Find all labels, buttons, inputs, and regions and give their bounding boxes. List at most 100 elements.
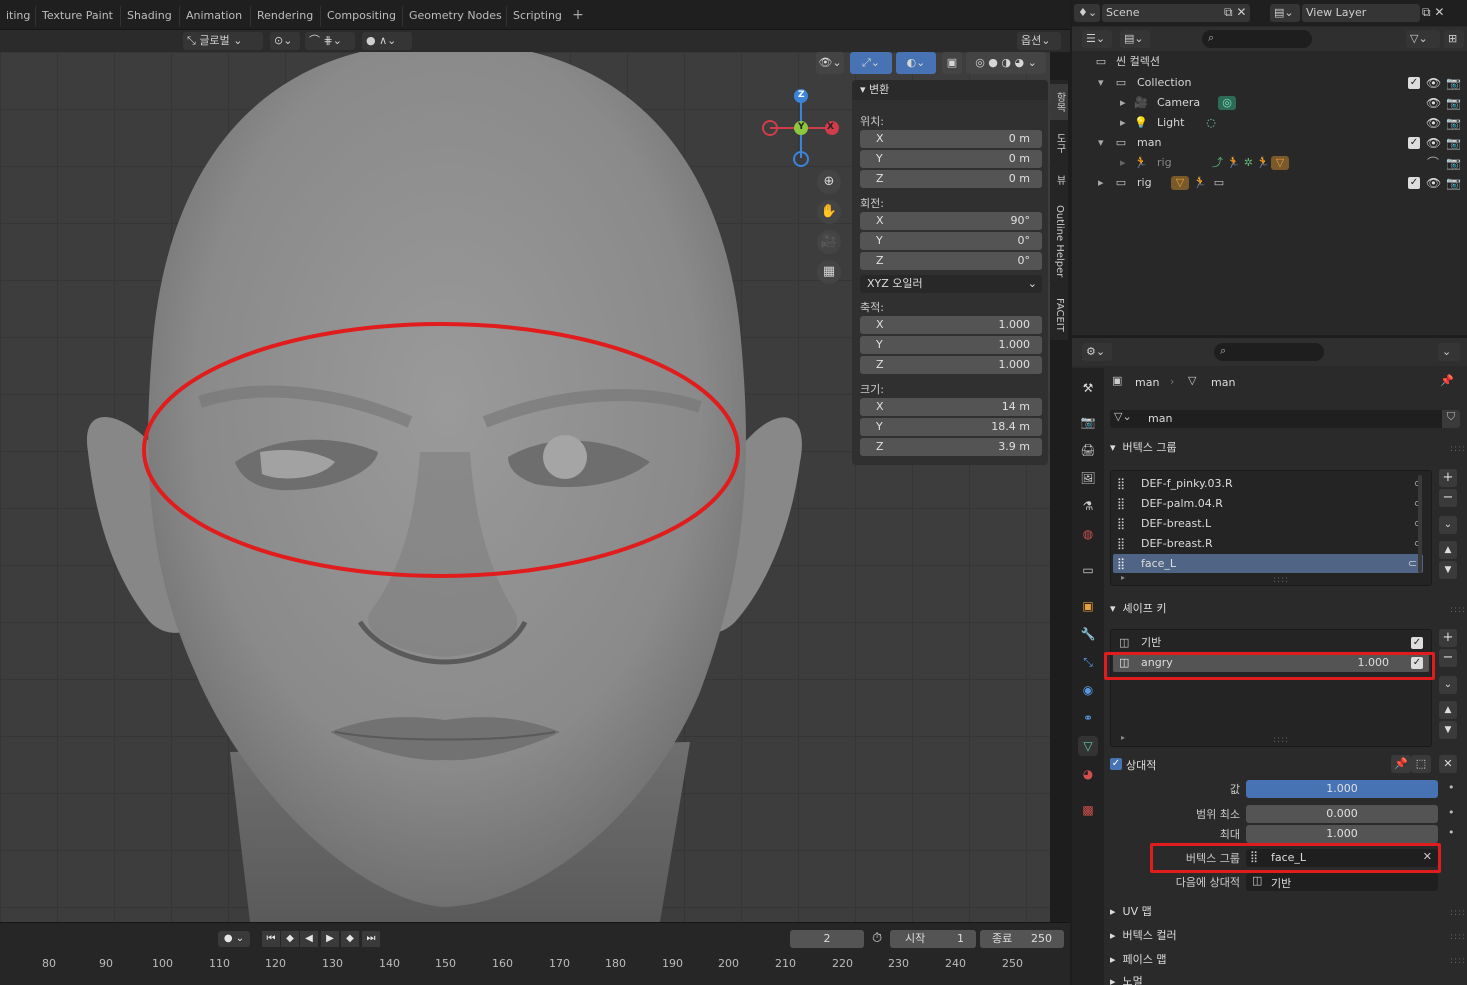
- physics-tab-icon[interactable]: ◉: [1078, 680, 1098, 700]
- copy-layer-icon[interactable]: ⧉ ✕: [1422, 5, 1444, 20]
- camera-render-icon[interactable]: 📷: [1446, 96, 1461, 110]
- editor-type-dropdown[interactable]: ⚙⌄: [1082, 343, 1112, 361]
- add-shape-key-button[interactable]: +: [1439, 629, 1457, 647]
- zoom-icon[interactable]: ⊕: [817, 170, 841, 194]
- sidebar-tab-tool[interactable]: 도구: [1050, 128, 1068, 158]
- view-layer-tab-icon[interactable]: 🖼: [1078, 468, 1098, 488]
- outliner-row-collection[interactable]: ▾ ▭ Collection ✓ 👁 📷: [1072, 73, 1467, 93]
- location-z-field[interactable]: Z0 m: [860, 170, 1042, 188]
- dimensions-y-field[interactable]: Y 18.4 m: [860, 418, 1042, 436]
- drag-handle[interactable]: ::::: [1450, 932, 1466, 942]
- current-frame-field[interactable]: 2: [790, 930, 864, 948]
- options-dropdown[interactable]: 옵션⌄: [1017, 32, 1061, 50]
- outliner-row-man[interactable]: ▾ ▭ man ✓ 👁 📷: [1072, 133, 1467, 153]
- vertex-group-list[interactable]: ⣿DEF-f_pinky.03.R⊂ ⣿DEF-palm.04.R⊂ ⣿DEF-…: [1110, 470, 1432, 586]
- relative-checkbox[interactable]: ✓: [1110, 758, 1122, 770]
- transform-panel-header[interactable]: ▾ 변환: [852, 80, 1048, 100]
- add-workspace-button[interactable]: +: [570, 5, 586, 25]
- prev-keyframe-button[interactable]: ◆: [281, 931, 299, 947]
- play-button[interactable]: ▶: [321, 931, 339, 947]
- list-item[interactable]: ◫ 기반 ✓: [1113, 633, 1429, 652]
- play-reverse-button[interactable]: ◀: [300, 931, 318, 947]
- editor-type-dropdown[interactable]: ☰⌄: [1082, 30, 1112, 48]
- particles-tab-icon[interactable]: ⤡: [1078, 652, 1098, 672]
- lock-icon[interactable]: ⊂: [1408, 554, 1417, 573]
- grid-ortho-icon[interactable]: ▦: [817, 260, 841, 284]
- material-tab-icon[interactable]: ◕: [1078, 764, 1098, 784]
- camera-render-icon[interactable]: 📷: [1446, 116, 1461, 130]
- drag-handle[interactable]: ::::: [1450, 444, 1466, 454]
- tab-shading[interactable]: Shading: [120, 5, 178, 26]
- mesh-datablock-field[interactable]: ▽⌄ man ⛉: [1110, 410, 1460, 428]
- location-y-field[interactable]: Y0 m: [860, 150, 1042, 168]
- record-toggle[interactable]: ● ⌄: [218, 931, 250, 947]
- list-item[interactable]: ⣿DEF-breast.R⊂: [1113, 534, 1429, 553]
- move-down-button[interactable]: ▼: [1439, 561, 1457, 579]
- face-maps-header[interactable]: ▸ 페이스 맵: [1110, 950, 1167, 970]
- shape-key-specials-button[interactable]: ⌄: [1439, 676, 1457, 694]
- dimensions-z-field[interactable]: Z 3.9 m: [860, 438, 1042, 456]
- expand-arrow-icon[interactable]: ▾: [1098, 133, 1104, 153]
- rotation-mode-dropdown[interactable]: XYZ 오일러 ⌄: [860, 275, 1042, 293]
- expand-arrow-icon[interactable]: ▸: [1120, 153, 1126, 173]
- expand-arrow-icon[interactable]: ▸: [1120, 93, 1126, 113]
- list-item[interactable]: ⣿DEF-f_pinky.03.R⊂: [1113, 474, 1429, 493]
- shading-mode-buttons[interactable]: ◎ ● ◑ ◕ ⌄: [966, 52, 1046, 74]
- keyframe-dot-icon[interactable]: •: [1448, 806, 1455, 819]
- copy-scene-icon[interactable]: ⧉ ✕: [1224, 5, 1246, 20]
- visibility-dropdown[interactable]: 👁⌄: [816, 52, 844, 74]
- eye-icon[interactable]: 👁: [1426, 176, 1441, 190]
- view-layer-type-icon[interactable]: ▤⌄: [1270, 4, 1300, 22]
- keyframe-dot-icon[interactable]: •: [1448, 781, 1455, 794]
- clear-shape-button[interactable]: ✕: [1439, 755, 1457, 773]
- tab-animation[interactable]: Animation: [179, 5, 248, 26]
- vertex-groups-header[interactable]: ▾ 버텍스 그룹: [1110, 438, 1177, 458]
- stopwatch-icon[interactable]: ⏱: [872, 931, 882, 946]
- scale-y-field[interactable]: Y 1.000: [860, 336, 1042, 354]
- move-down-button[interactable]: ▼: [1439, 721, 1457, 739]
- drag-handle[interactable]: ::::: [1450, 908, 1466, 918]
- outliner-row-rig[interactable]: ▸ ▭ rig ▽ 🏃 ▭ ✓ 👁 📷: [1072, 173, 1467, 193]
- outliner-scene-collection[interactable]: ▭ 씬 컬렉션: [1072, 52, 1467, 72]
- shape-key-mute-checkbox[interactable]: ✓: [1411, 637, 1423, 649]
- scene-tab-icon[interactable]: ⚗: [1078, 496, 1098, 516]
- exclude-checkbox[interactable]: ✓: [1408, 77, 1420, 89]
- remove-shape-key-button[interactable]: −: [1439, 649, 1457, 667]
- scene-type-icon[interactable]: ♦⌄: [1074, 4, 1100, 22]
- object-tab-icon[interactable]: ▣: [1078, 596, 1098, 616]
- location-x-field[interactable]: X0 m: [860, 130, 1042, 148]
- list-item[interactable]: ⣿DEF-breast.L⊂: [1113, 514, 1429, 533]
- collection-tab-icon[interactable]: ▭: [1078, 560, 1098, 580]
- value-slider[interactable]: 1.000: [1246, 780, 1438, 798]
- drag-handle[interactable]: ::::: [1450, 956, 1466, 966]
- normals-header[interactable]: ▸ 노멀: [1110, 972, 1143, 985]
- add-vertex-group-button[interactable]: +: [1439, 469, 1457, 487]
- camera-render-icon[interactable]: 📷: [1446, 176, 1461, 190]
- shape-key-list[interactable]: ◫ 기반 ✓ ◫ angry 1.000 ✓ ▸ ::::: [1110, 629, 1432, 747]
- properties-search-input[interactable]: ⌕: [1214, 343, 1324, 361]
- render-tab-icon[interactable]: 📷: [1078, 412, 1098, 432]
- outliner-row-light[interactable]: ▸ 💡 Light ◌ 👁 📷: [1072, 113, 1467, 133]
- transform-orientation-dropdown[interactable]: ⤡ 글로벌 ⌄: [183, 32, 263, 50]
- xray-toggle[interactable]: ▣: [942, 52, 962, 74]
- tab-sculpting[interactable]: iting: [0, 5, 36, 26]
- sidebar-tab-item[interactable]: 항목: [1050, 84, 1068, 120]
- range-max-field[interactable]: 1.000: [1246, 825, 1438, 843]
- display-mode-dropdown[interactable]: ▤⌄: [1120, 30, 1150, 48]
- jump-end-button[interactable]: ⏭: [362, 931, 380, 947]
- outliner-search-input[interactable]: ⌕: [1202, 30, 1312, 48]
- pin-shape-icon[interactable]: 📌: [1391, 755, 1411, 773]
- jump-start-button[interactable]: ⏮: [262, 931, 280, 947]
- expand-arrow-icon[interactable]: ▾: [1098, 73, 1104, 93]
- world-tab-icon[interactable]: ◍: [1078, 524, 1098, 544]
- outliner-row-rig-child[interactable]: ▸ 🏃 rig ⤴ 🏃 ✲ 🏃 ▽ ⌒ 📷: [1072, 153, 1467, 173]
- next-keyframe-button[interactable]: ◆: [341, 931, 359, 947]
- fake-user-shield-icon[interactable]: ⛉: [1442, 410, 1460, 428]
- snap-toggle[interactable]: ⌒ ⋕⌄: [305, 32, 355, 50]
- new-collection-button[interactable]: ⊞: [1444, 30, 1464, 48]
- camera-view-icon[interactable]: 🎥: [817, 230, 841, 254]
- move-up-button[interactable]: ▲: [1439, 701, 1457, 719]
- rotation-y-field[interactable]: Y 0°: [860, 232, 1042, 250]
- relative-to-field[interactable]: ◫ 기반: [1246, 873, 1438, 891]
- scale-x-field[interactable]: X 1.000: [860, 316, 1042, 334]
